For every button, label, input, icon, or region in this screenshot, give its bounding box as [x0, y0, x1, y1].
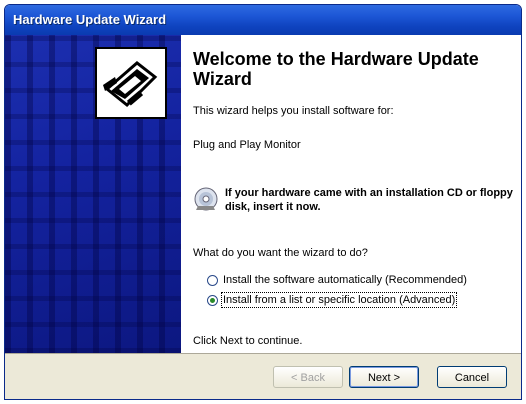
- window-title: Hardware Update Wizard: [13, 12, 167, 27]
- title-bar[interactable]: Hardware Update Wizard: [5, 5, 521, 35]
- hardware-card-icon: [95, 47, 167, 119]
- wizard-window: Hardware Update Wizard Welcome to the Ha…: [4, 4, 522, 400]
- wizard-question: What do you want the wizard to do?: [193, 247, 368, 259]
- cd-notice: If your hardware came with an installati…: [193, 186, 513, 220]
- cancel-button[interactable]: Cancel: [437, 366, 507, 388]
- page-title: Welcome to the Hardware Update Wizard: [193, 49, 479, 89]
- radio-automatic[interactable]: [207, 275, 218, 286]
- option-label[interactable]: Install from a list or specific location…: [220, 292, 458, 308]
- radio-advanced[interactable]: [207, 295, 218, 306]
- cd-disk-icon: [194, 187, 218, 211]
- device-name: Plug and Play Monitor: [193, 139, 301, 151]
- option-label[interactable]: Install the software automatically (Reco…: [223, 274, 467, 286]
- next-button[interactable]: Next >: [349, 366, 419, 388]
- button-bar: < Back Next > Cancel: [5, 353, 521, 399]
- intro-text: This wizard helps you install software f…: [193, 105, 394, 117]
- wizard-content: Welcome to the Hardware Update Wizard Th…: [181, 35, 521, 353]
- back-button[interactable]: < Back: [273, 366, 343, 388]
- cd-notice-text: If your hardware came with an installati…: [225, 187, 513, 213]
- wizard-side-banner: [5, 35, 181, 353]
- continue-hint: Click Next to continue.: [193, 335, 303, 347]
